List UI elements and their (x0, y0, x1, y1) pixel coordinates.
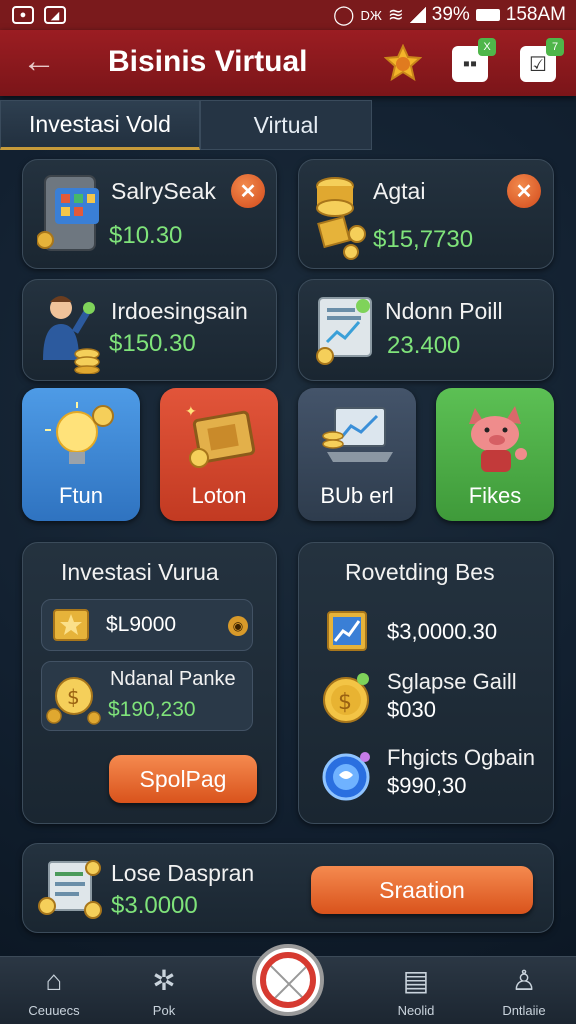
notification-icon: ● (12, 6, 34, 24)
page-title: Bisinis Virtual (108, 45, 308, 78)
battery-percent: 39% (431, 4, 470, 25)
nav-label: Ceuuecs (28, 1003, 80, 1018)
tile-label: Fikes (468, 483, 522, 508)
svg-text:$: $ (67, 685, 80, 709)
card-name: Ndonn Poill (385, 298, 503, 324)
clock: 158AM (505, 4, 566, 25)
card-value: 23.400 (387, 332, 461, 359)
nav-label: Dntlaiie (502, 1003, 546, 1018)
spolpag-button[interactable]: SpolPag (109, 755, 257, 803)
panel-title: Rovetding Bes (345, 559, 495, 585)
card-name: Lose Daspran (111, 860, 255, 886)
image-icon: ◢ (44, 6, 66, 24)
nav-label: Neolid (397, 1003, 435, 1018)
card-value: $150.30 (109, 330, 196, 357)
nav-label: Pok (152, 1003, 176, 1018)
panel-title: Investasi Vurua (61, 559, 219, 585)
sraation-button[interactable]: Sraation (311, 866, 533, 914)
checklist-button[interactable]: ▪▪ X (452, 38, 496, 82)
row-name: Ndanal Panke (110, 668, 236, 690)
investment-row[interactable]: $ Ndanal Panke $190,230 (41, 661, 253, 731)
checklist-badge: X (478, 38, 496, 56)
chart-frame-icon (327, 611, 367, 651)
svg-text:$: $ (338, 690, 352, 715)
cancel-icon (260, 952, 316, 1008)
checkbox-icon: ☑ (529, 53, 547, 76)
tile-ftun[interactable]: Ftun (22, 388, 140, 521)
invoice-coins-icon (38, 860, 102, 919)
tab-virtual[interactable]: Virtual (200, 100, 372, 150)
coin-stack-icon (316, 177, 366, 260)
wifi-icon: ≋ (387, 4, 404, 26)
lightbulb-icon (45, 402, 114, 464)
tab-bar: Investasi Vold Virtual (0, 100, 372, 150)
nav-item-dntlaiie[interactable]: ♙ Dntlaiie (474, 957, 574, 1024)
gold-star-box-icon (53, 609, 89, 641)
gold-coin-icon: $ (323, 673, 369, 723)
panel-rovetding-bes: Rovetding Bes $3,0000.30 $ Sglapse Gaill… (298, 542, 554, 824)
app-bar: ← Bisinis Virtual ▪▪ X ☑ 7 (0, 30, 576, 96)
tile-label: Ftun (58, 483, 104, 508)
business-card-salryseak[interactable]: SalrySeak $10.30 ✕ (22, 159, 277, 269)
business-card-ndonn-poill[interactable]: Ndonn Poill 23.400 (298, 279, 554, 381)
close-icon[interactable]: ✕ (231, 174, 265, 208)
item-value: $030 (387, 697, 436, 722)
vending-machine-icon (37, 175, 99, 251)
tasks-button[interactable]: ☑ 7 (520, 38, 564, 82)
card-value: $3.0000 (111, 892, 198, 919)
item-name: Sglapse Gaill (387, 669, 517, 694)
home-icon: ⌂ (45, 965, 63, 996)
status-bar: ● ◢ ◯ DЖ ≋ 39% 158AM (0, 0, 576, 30)
card-name: SalrySeak (111, 178, 216, 204)
tile-loton[interactable]: ✦ Loton (160, 388, 278, 521)
checklist-icon: ▪▪ (462, 52, 478, 75)
pig-mascot-icon (469, 406, 527, 472)
user-icon: ♙ (511, 965, 537, 996)
tile-label: BUb erl (320, 483, 394, 508)
card-value: $10.30 (109, 222, 183, 249)
row-value: $L9000 (106, 613, 177, 636)
tile-label: Loton (191, 483, 247, 508)
panel-investasi-vurua: Investasi Vurua $L9000 ◉ $ Ndanal Panke … (22, 542, 277, 824)
treasure-chest-icon: ✦ (185, 404, 256, 468)
tasks-badge: 7 (546, 38, 564, 56)
card-name: Agtai (373, 178, 426, 204)
item-value: $3,0000.30 (387, 619, 498, 644)
business-card-agtai[interactable]: Agtai $15,7730 ✕ (298, 159, 554, 269)
tab-investasi-vold[interactable]: Investasi Vold (0, 100, 200, 150)
row-value: $190,230 (108, 698, 196, 721)
device-icon: ▤ (402, 965, 430, 996)
tile-bub-erl[interactable]: BUb erl (298, 388, 416, 521)
nav-item-pok[interactable]: ✲ Pok (114, 957, 214, 1024)
nav-item-neolid[interactable]: ▤ Neolid (366, 957, 466, 1024)
card-name: Irdoesingsain (111, 298, 248, 324)
laptop-chart-icon (322, 407, 393, 462)
signal-icon (409, 7, 426, 23)
tile-fikes[interactable]: Fikes (436, 388, 554, 521)
battery-icon (475, 9, 500, 21)
gear-icon: ✲ (152, 965, 176, 996)
coin-icon: ◉ (228, 616, 248, 636)
businessman-icon (43, 296, 100, 374)
vibrate-icon: DЖ (360, 7, 382, 23)
center-action-button[interactable] (252, 944, 324, 1016)
nav-item-ceuuecs[interactable]: ⌂ Ceuuecs (4, 957, 104, 1024)
star-badge-icon[interactable] (384, 44, 422, 82)
money-bag-icon: $ (46, 677, 101, 725)
svg-text:✦: ✦ (185, 404, 197, 420)
item-name: Fhgicts Ogbain (387, 745, 535, 770)
close-icon[interactable]: ✕ (507, 174, 541, 208)
blue-orb-icon (322, 752, 370, 801)
investment-row[interactable]: $L9000 ◉ (41, 599, 253, 651)
card-value: $15,7730 (373, 226, 474, 253)
alarm-icon: ◯ (333, 4, 355, 26)
business-card-irdoesingsain[interactable]: Irdoesingsain $150.30 (22, 279, 277, 381)
document-chart-icon (316, 297, 372, 365)
item-value: $990,30 (387, 773, 467, 798)
back-arrow-icon[interactable]: ← (22, 44, 56, 78)
bottom-card-lose-daspran[interactable]: Lose Daspran $3.0000 Sraation (22, 843, 554, 933)
